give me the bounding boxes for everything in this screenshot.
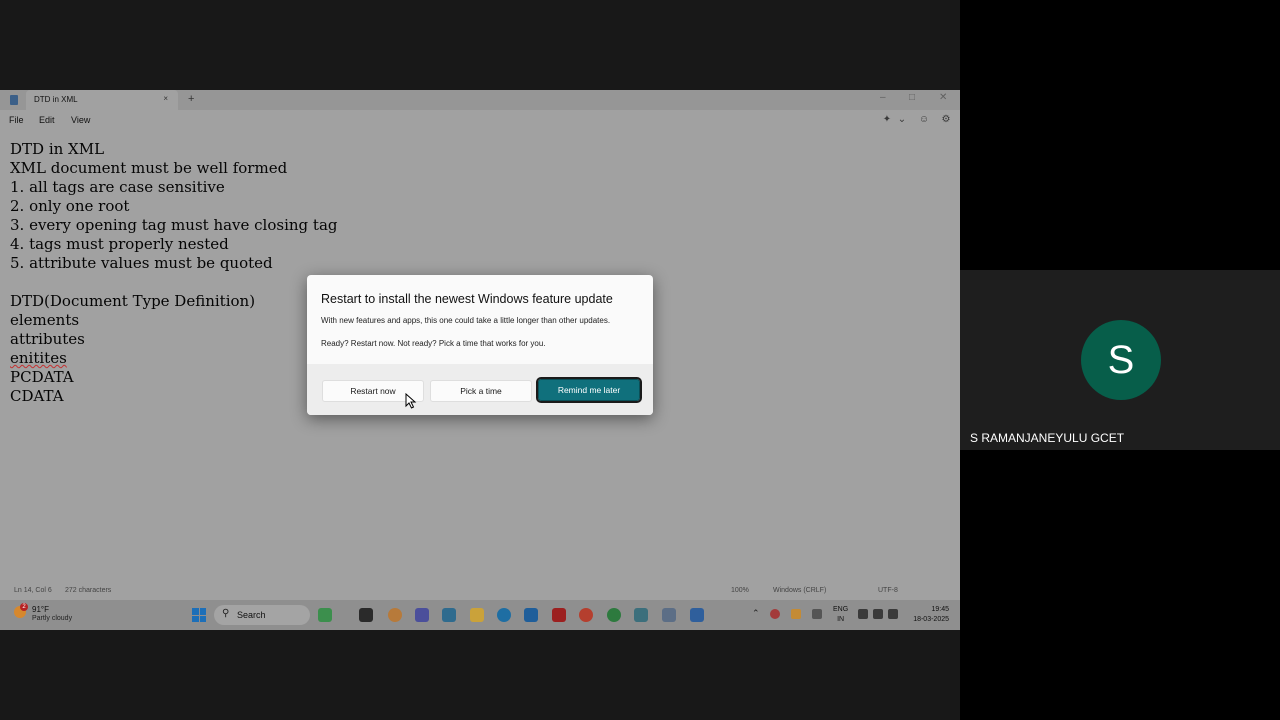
start-button[interactable] bbox=[192, 608, 206, 622]
editor-line: 3. every opening tag must have closing t… bbox=[10, 216, 338, 234]
pick-a-time-button[interactable]: Pick a time bbox=[430, 380, 532, 402]
notification-badge: 2 bbox=[20, 603, 28, 611]
mouse-cursor-icon bbox=[405, 393, 417, 409]
notepad-app-icon[interactable] bbox=[634, 608, 648, 622]
tab-close-icon[interactable]: × bbox=[163, 94, 168, 103]
date: 18-03-2025 bbox=[913, 616, 949, 623]
shared-screen: DTD in XML × + – □ ✕ File Edit View ✦ ⌄ … bbox=[0, 0, 960, 720]
cursor-position: Ln 14, Col 6 bbox=[14, 587, 52, 594]
chevron-up-icon[interactable]: ⌃ bbox=[752, 608, 760, 619]
task-view-icon[interactable] bbox=[359, 608, 373, 622]
clock[interactable]: 19:45 18-03-2025 bbox=[909, 605, 949, 625]
file-explorer-icon[interactable] bbox=[470, 608, 484, 622]
outlook-icon[interactable] bbox=[524, 608, 538, 622]
volume-icon[interactable] bbox=[873, 609, 883, 619]
language-code: ENG bbox=[833, 606, 849, 613]
copilot-icon[interactable]: ✦ bbox=[880, 113, 894, 127]
taskbar: 2 91°F Partly cloudy ⚲ Search ⌃ ENG IN 1… bbox=[0, 600, 960, 630]
taskbar-search[interactable]: ⚲ Search bbox=[214, 605, 310, 625]
region-code: IN bbox=[837, 616, 845, 623]
notepad-icon bbox=[10, 95, 18, 105]
chrome-icon[interactable] bbox=[579, 608, 593, 622]
remind-me-later-button[interactable]: Remind me later bbox=[536, 377, 642, 403]
battery-icon[interactable] bbox=[888, 609, 898, 619]
copilot-icon[interactable] bbox=[388, 608, 402, 622]
participant-tile[interactable]: S S RAMANJANEYULU GCET bbox=[960, 270, 1280, 450]
menu-edit[interactable]: Edit bbox=[39, 115, 55, 125]
weather-temperature[interactable]: 91°F bbox=[32, 605, 49, 614]
account-icon[interactable]: ☺ bbox=[917, 113, 931, 127]
avatar: S bbox=[1081, 320, 1161, 400]
editor-line: 2. only one root bbox=[10, 197, 130, 215]
status-bar: Ln 14, Col 6 272 characters 100% Windows… bbox=[0, 584, 960, 600]
tab-dtd-in-xml[interactable]: DTD in XML × bbox=[26, 90, 178, 110]
copilot-app-icon[interactable] bbox=[318, 608, 332, 622]
tab-title: DTD in XML bbox=[34, 95, 78, 104]
line-ending[interactable]: Windows (CRLF) bbox=[773, 587, 826, 594]
snipping-tool-icon[interactable] bbox=[662, 608, 676, 622]
security-tray-icon[interactable] bbox=[770, 609, 780, 619]
dialog-message: Ready? Restart now. Not ready? Pick a ti… bbox=[321, 339, 546, 348]
close-icon[interactable]: ✕ bbox=[939, 92, 947, 103]
chevron-down-icon[interactable]: ⌄ bbox=[895, 113, 909, 127]
editor-line: 1. all tags are case sensitive bbox=[10, 178, 225, 196]
edge-icon[interactable] bbox=[497, 608, 511, 622]
editor-line: 5. attribute values must be quoted bbox=[10, 254, 273, 272]
participant-name: S RAMANJANEYULU GCET bbox=[970, 431, 1125, 445]
chrome-profile-icon[interactable] bbox=[607, 608, 621, 622]
minimize-icon[interactable]: – bbox=[880, 92, 886, 103]
character-count: 272 characters bbox=[65, 587, 112, 594]
encoding[interactable]: UTF-8 bbox=[878, 587, 898, 594]
update-dialog: Restart to install the newest Windows fe… bbox=[307, 275, 653, 415]
search-icon: ⚲ bbox=[222, 608, 230, 619]
new-tab-button[interactable]: + bbox=[188, 93, 194, 105]
desktop: DTD in XML × + – □ ✕ File Edit View ✦ ⌄ … bbox=[0, 90, 960, 630]
desktop-app-icon[interactable] bbox=[442, 608, 456, 622]
dialog-title: Restart to install the newest Windows fe… bbox=[321, 292, 613, 306]
microphone-icon[interactable] bbox=[812, 609, 822, 619]
menu-bar: File Edit View bbox=[0, 112, 960, 130]
maximize-icon[interactable]: □ bbox=[909, 92, 915, 103]
time: 19:45 bbox=[931, 606, 949, 613]
editor-line: XML document must be well formed bbox=[10, 159, 288, 177]
zoom-level[interactable]: 100% bbox=[731, 587, 749, 594]
wifi-icon[interactable] bbox=[858, 609, 868, 619]
dialog-message: With new features and apps, this one cou… bbox=[321, 316, 611, 325]
weather-description[interactable]: Partly cloudy bbox=[32, 615, 72, 622]
editor-line: 4. tags must properly nested bbox=[10, 235, 229, 253]
app-icon[interactable] bbox=[690, 608, 704, 622]
search-placeholder: Search bbox=[237, 610, 266, 620]
tray-app-icon[interactable] bbox=[791, 609, 801, 619]
settings-gear-icon[interactable]: ⚙ bbox=[939, 113, 953, 127]
menu-view[interactable]: View bbox=[71, 115, 90, 125]
mcafee-icon[interactable] bbox=[552, 608, 566, 622]
language-indicator[interactable]: ENG IN bbox=[833, 605, 848, 625]
menu-file[interactable]: File bbox=[9, 115, 24, 125]
editor-line: DTD in XML bbox=[10, 140, 105, 158]
title-bar: DTD in XML × + – □ ✕ bbox=[0, 90, 960, 110]
teams-icon[interactable] bbox=[415, 608, 429, 622]
misspelled-word: enitites bbox=[10, 349, 67, 367]
